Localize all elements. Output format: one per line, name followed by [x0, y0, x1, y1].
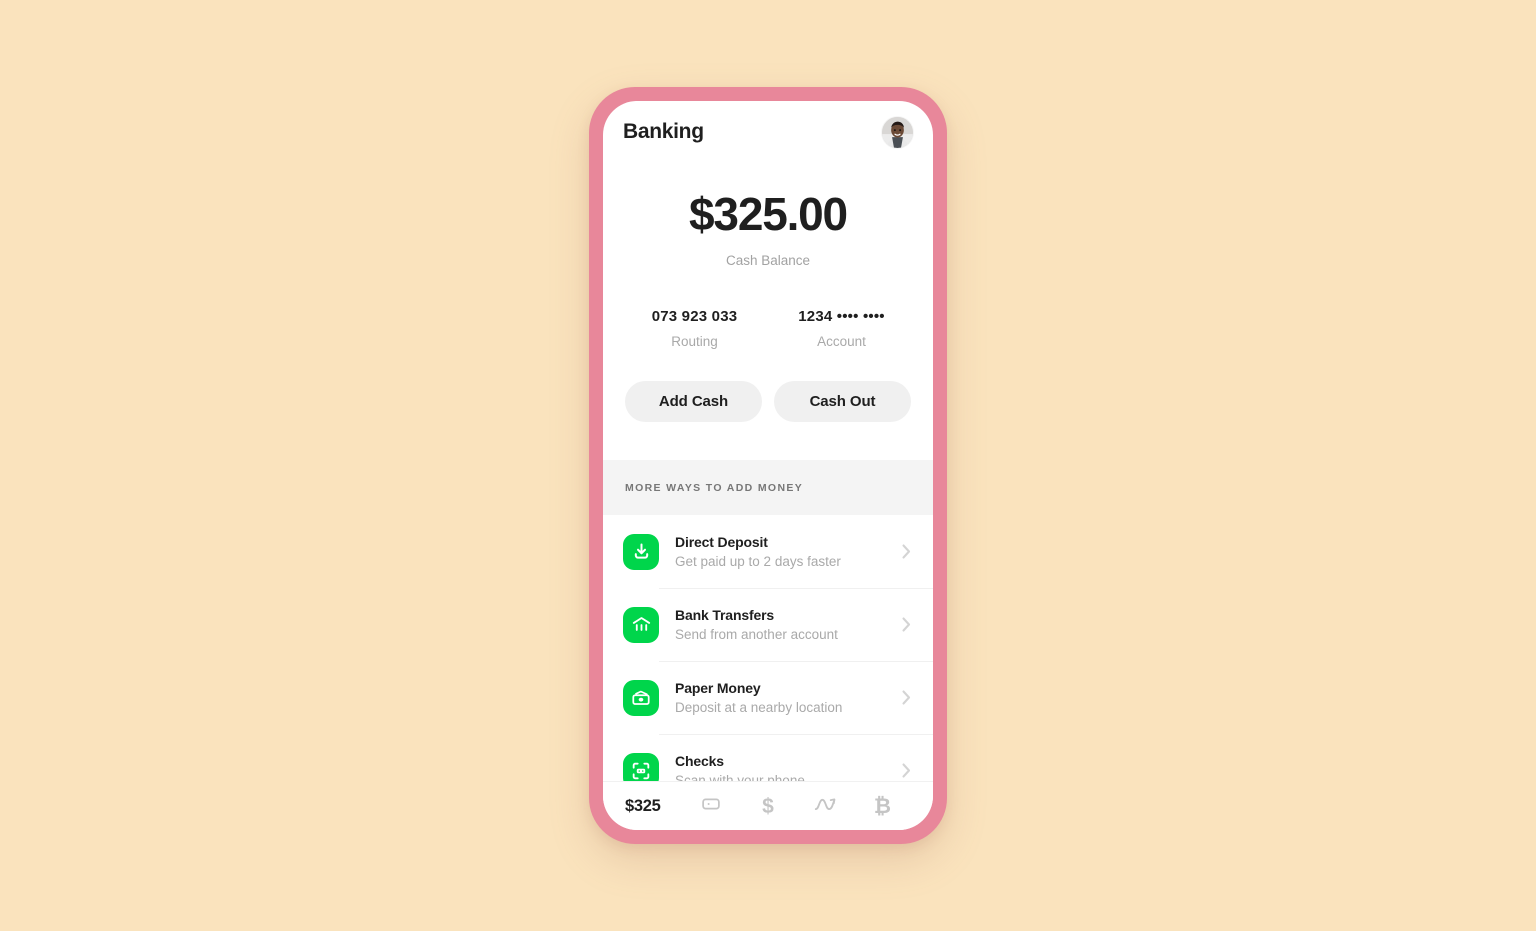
cash-balance-amount: $325.00: [689, 188, 848, 240]
account-number-label: Account: [817, 334, 866, 349]
routing-number-block[interactable]: 073 923 033 Routing: [621, 308, 768, 349]
list-item-title: Direct Deposit: [675, 533, 768, 550]
list-item-text: Bank Transfers Send from another account: [659, 605, 897, 645]
list-item-text: Paper Money Deposit at a nearby location: [659, 678, 897, 718]
phone-screen: Banking $325.00 Cash Balance 073 923 033…: [603, 101, 933, 830]
cash-out-button[interactable]: Cash Out: [774, 381, 911, 422]
cash-balance-caption: Cash Balance: [725, 253, 811, 268]
chevron-right-icon[interactable]: [897, 617, 915, 632]
tab-bitcoin[interactable]: ₿: [854, 782, 911, 830]
tab-investing[interactable]: [797, 782, 854, 830]
account-details-row: 073 923 033 Routing 1234 •••• •••• Accou…: [603, 308, 933, 349]
page-canvas: Banking $325.00 Cash Balance 073 923 033…: [0, 0, 1536, 931]
account-number-block[interactable]: 1234 •••• •••• Account: [768, 308, 915, 349]
page-title: Banking: [623, 120, 704, 143]
app-header: Banking: [603, 101, 933, 163]
add-cash-button[interactable]: Add Cash: [625, 381, 762, 422]
list-item-title: Bank Transfers: [675, 606, 775, 623]
list-item-title: Paper Money: [675, 679, 761, 696]
list-item-direct-deposit[interactable]: Direct Deposit Get paid up to 2 days fas…: [603, 515, 933, 588]
list-item-text: Direct Deposit Get paid up to 2 days fas…: [659, 532, 897, 572]
list-item-subtitle: Deposit at a nearby location: [675, 699, 843, 715]
tab-balance[interactable]: $325: [625, 782, 682, 830]
bitcoin-icon: ₿: [873, 794, 891, 818]
routing-number-label: Routing: [671, 334, 718, 349]
dollar-sign-icon: $: [762, 794, 774, 818]
avatar[interactable]: [882, 116, 913, 148]
chevron-right-icon[interactable]: [897, 690, 915, 705]
bottom-tab-bar: $325 $ ₿: [603, 781, 933, 830]
card-icon: [700, 793, 722, 820]
chevron-right-icon[interactable]: [897, 763, 915, 778]
list-item-subtitle: Get paid up to 2 days faster: [675, 553, 841, 569]
list-item-subtitle: Send from another account: [675, 626, 838, 642]
action-buttons: Add Cash Cash Out: [603, 381, 933, 422]
bank-building-icon: [623, 606, 659, 643]
more-ways-section-title: MORE WAYS TO ADD MONEY: [625, 481, 804, 494]
account-number-value: 1234 •••• ••••: [798, 308, 885, 325]
banknote-stack-icon: [623, 679, 659, 716]
tab-card[interactable]: [682, 782, 739, 830]
balance-block: $325.00 Cash Balance: [603, 163, 933, 268]
list-item-paper-money[interactable]: Paper Money Deposit at a nearby location: [603, 661, 933, 734]
stock-trend-icon: [813, 793, 837, 820]
chevron-right-icon[interactable]: [897, 544, 915, 559]
list-item-bank-transfers[interactable]: Bank Transfers Send from another account: [603, 588, 933, 661]
phone-frame: Banking $325.00 Cash Balance 073 923 033…: [589, 87, 947, 844]
user-photo-avatar-icon: [882, 116, 913, 148]
list-item-title: Checks: [675, 752, 724, 769]
tab-payments[interactable]: $: [739, 782, 796, 830]
routing-number-value: 073 923 033: [651, 308, 738, 325]
download-tray-icon: [623, 533, 659, 570]
more-ways-section-header: MORE WAYS TO ADD MONEY: [603, 460, 933, 515]
